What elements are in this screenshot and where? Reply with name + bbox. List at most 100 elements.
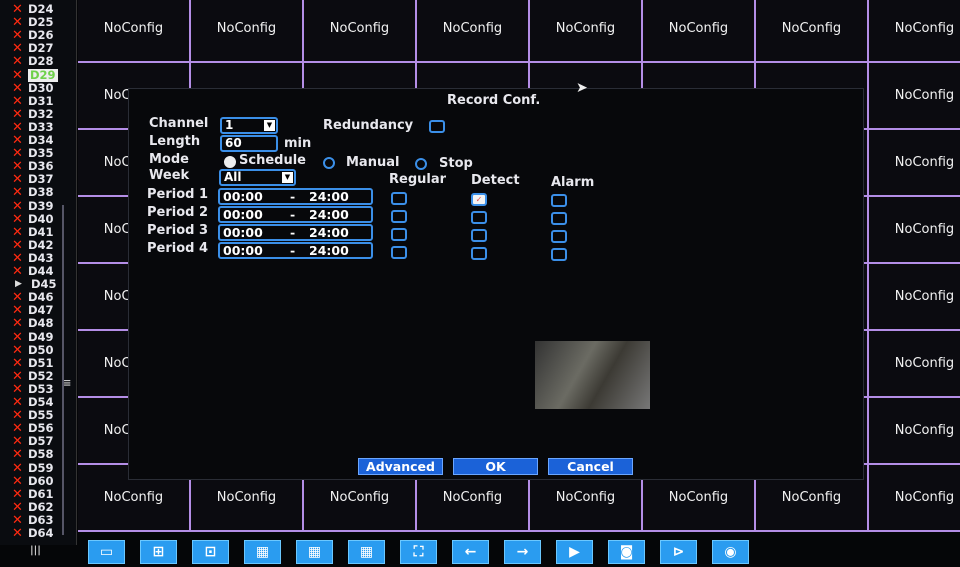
regular-checkbox[interactable] — [391, 192, 407, 205]
detect-checkbox[interactable] — [471, 211, 487, 224]
mode-schedule-radio[interactable] — [224, 156, 236, 168]
channel-label: D26 — [28, 28, 54, 43]
detect-checkbox[interactable] — [471, 247, 487, 260]
channel-item[interactable]: ✕ D26 — [12, 28, 54, 43]
channel-select[interactable]: 1 ▼ — [220, 117, 278, 134]
channel-item[interactable]: ✕ D37 — [12, 173, 54, 187]
camera-tile[interactable]: NoConfig — [756, 0, 869, 63]
channel-item[interactable]: ▶ D45 — [12, 278, 57, 291]
channel-item[interactable]: ✕ D39 — [12, 199, 54, 213]
period-time-input[interactable]: 00:00 -24:00 — [218, 206, 373, 223]
channel-item[interactable]: ✕ D55 — [12, 409, 54, 423]
channel-item[interactable]: ✕ D31 — [12, 94, 54, 108]
redundancy-checkbox[interactable] — [429, 120, 445, 133]
channel-item[interactable]: ✕ D30 — [12, 81, 54, 95]
view-25-icon[interactable]: ▦ — [296, 539, 333, 564]
week-select[interactable]: All ▼ — [219, 169, 296, 186]
playback-icon[interactable]: ⊳ — [660, 539, 697, 564]
regular-checkbox[interactable] — [391, 228, 407, 241]
camera-tile[interactable]: NoConfig — [869, 465, 960, 532]
camera-tile[interactable]: NoConfig — [869, 331, 960, 398]
channel-item[interactable]: ✕ D46 — [12, 291, 54, 305]
period-time-input[interactable]: 00:00 -24:00 — [218, 188, 373, 205]
period-time-input[interactable]: 00:00 -24:00 — [218, 242, 373, 259]
alarm-checkbox[interactable] — [551, 212, 567, 225]
alarm-checkbox[interactable] — [551, 230, 567, 243]
channel-item[interactable]: ✕ D34 — [12, 134, 54, 148]
regular-checkbox[interactable] — [391, 246, 407, 259]
mode-stop-radio[interactable] — [415, 158, 427, 170]
period-time-input[interactable]: 00:00 -24:00 — [218, 224, 373, 241]
channel-item[interactable]: ✕ D33 — [12, 120, 54, 134]
camera-tile[interactable]: NoConfig — [869, 398, 960, 465]
alarm-checkbox[interactable] — [551, 194, 567, 207]
mode-manual-radio[interactable] — [323, 157, 335, 169]
channel-item[interactable]: ✕ D38 — [12, 186, 54, 200]
panel-resize-handle-icon[interactable]: ||| — [30, 545, 41, 556]
previous-icon[interactable]: ← — [452, 539, 489, 564]
channel-item[interactable]: ✕ D56 — [12, 422, 54, 436]
channel-label: D45 — [31, 277, 57, 292]
channel-item[interactable]: ✕ D29 — [12, 68, 58, 82]
view-1plus5-icon[interactable]: ⊡ — [192, 539, 229, 564]
channel-item[interactable]: ✕ D59 — [12, 461, 54, 475]
channel-item[interactable]: ✕ D64 — [12, 527, 54, 541]
play-icon[interactable]: ▶ — [556, 539, 593, 564]
camera-tile[interactable]: NoConfig — [530, 0, 643, 63]
channel-item[interactable]: ✕ D48 — [12, 317, 54, 331]
camera-tile[interactable]: NoConfig — [78, 0, 191, 63]
fullscreen-icon[interactable]: ⛶ — [400, 539, 437, 564]
view-36-icon[interactable]: ▦ — [348, 539, 385, 564]
single-view-icon[interactable]: ▭ — [88, 539, 125, 564]
camera-tile[interactable]: NoConfig — [869, 63, 960, 130]
channel-item[interactable]: ✕ D40 — [12, 212, 54, 226]
channel-item[interactable]: ✕ D52 — [12, 369, 54, 383]
channel-item[interactable]: ✕ D63 — [12, 513, 54, 527]
channel-item[interactable]: ✕ D61 — [12, 487, 54, 501]
channel-item[interactable]: ✕ D35 — [12, 147, 54, 161]
channel-item[interactable]: ✕ D36 — [12, 160, 54, 174]
channel-item[interactable]: ✕ D41 — [12, 225, 54, 239]
view-16-icon[interactable]: ▦ — [244, 539, 281, 564]
camera-tile[interactable]: NoConfig — [191, 0, 304, 63]
channel-item[interactable]: ✕ D44 — [12, 265, 54, 279]
camera-tile[interactable]: NoConfig — [869, 264, 960, 331]
channel-item[interactable]: ✕ D57 — [12, 435, 54, 449]
regular-checkbox[interactable] — [391, 210, 407, 223]
camera-tile[interactable]: NoConfig — [304, 0, 417, 63]
channel-item[interactable]: ✕ D43 — [12, 251, 54, 265]
channel-item[interactable]: ✕ D25 — [12, 16, 54, 30]
camera-tile[interactable]: NoConfig — [417, 0, 530, 63]
next-icon[interactable]: → — [504, 539, 541, 564]
channel-item[interactable]: ✕ D32 — [12, 107, 54, 121]
channel-item[interactable]: ✕ D42 — [12, 238, 54, 252]
camera-tile[interactable]: NoConfig — [643, 0, 756, 63]
quad-view-icon[interactable]: ⊞ — [140, 539, 177, 564]
channel-item[interactable]: ✕ D54 — [12, 396, 54, 410]
channel-item[interactable]: ✕ D58 — [12, 448, 54, 462]
record-icon[interactable]: ◙ — [608, 539, 645, 564]
stop-record-icon[interactable]: ◉ — [712, 539, 749, 564]
length-input[interactable]: 60 — [220, 135, 278, 152]
channel-item[interactable]: ✕ D62 — [12, 500, 54, 514]
channel-item[interactable]: ✕ D49 — [12, 330, 54, 344]
advanced-button[interactable]: Advanced — [358, 458, 443, 475]
camera-tile[interactable]: NoConfig — [869, 197, 960, 264]
camera-tile[interactable]: NoConfig — [869, 0, 960, 63]
channel-item[interactable]: ✕ D27 — [12, 42, 54, 56]
camera-tile[interactable]: NoConfig — [869, 130, 960, 197]
scroll-handle-icon[interactable]: ≡ — [63, 378, 71, 389]
channel-item[interactable]: ✕ D24 — [12, 3, 54, 17]
channel-item[interactable]: ✕ D28 — [12, 55, 54, 69]
detect-checkbox[interactable]: ✓ — [471, 193, 487, 206]
channel-item[interactable]: ✕ D60 — [12, 474, 54, 488]
channel-item[interactable]: ✕ D53 — [12, 382, 54, 396]
ok-button[interactable]: OK — [453, 458, 538, 475]
cancel-button[interactable]: Cancel — [548, 458, 633, 475]
detect-checkbox[interactable] — [471, 229, 487, 242]
channel-item[interactable]: ✕ D51 — [12, 356, 54, 370]
channel-item[interactable]: ✕ D47 — [12, 304, 54, 318]
channel-item[interactable]: ✕ D50 — [12, 343, 54, 357]
alarm-checkbox[interactable] — [551, 248, 567, 261]
channel-list-scrollbar[interactable] — [62, 205, 64, 535]
